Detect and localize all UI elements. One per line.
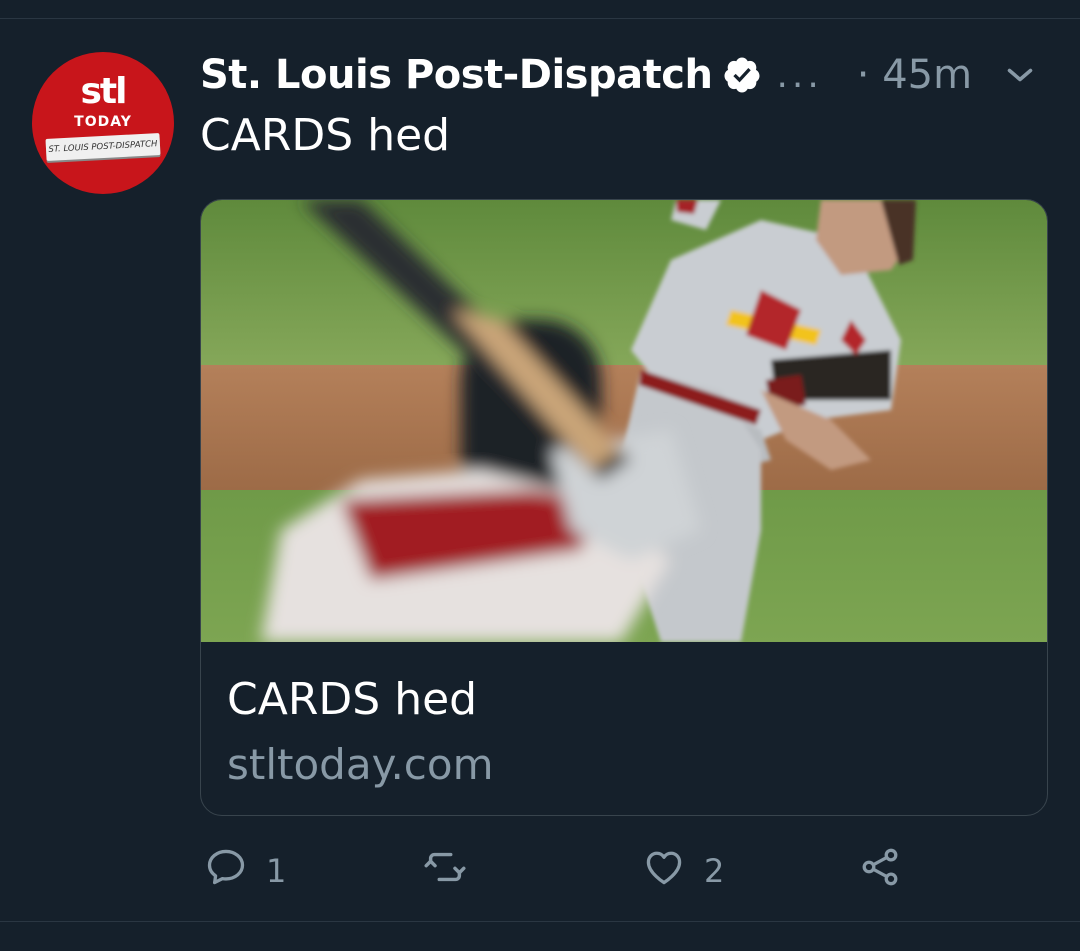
retweet-button[interactable] — [422, 846, 486, 896]
reply-button[interactable]: 1 — [204, 846, 286, 896]
author-display-name[interactable]: St. Louis Post-Dispatch — [200, 52, 713, 98]
chevron-down-icon[interactable] — [1002, 57, 1038, 93]
share-button[interactable] — [858, 846, 902, 896]
heart-icon — [642, 845, 686, 897]
tweet-action-bar: 1 2 — [200, 846, 920, 896]
retweet-icon — [422, 844, 468, 898]
verified-badge-icon — [722, 55, 762, 95]
link-preview-card[interactable]: CARDS hed stltoday.com — [200, 199, 1048, 816]
card-domain: stltoday.com — [227, 740, 494, 789]
like-button[interactable]: 2 — [642, 846, 724, 896]
card-title: CARDS hed — [227, 674, 478, 725]
like-count: 2 — [704, 852, 725, 890]
tweet-view: stl TODAY ST. LOUIS POST-DISPATCH St. Lo… — [0, 0, 1080, 951]
reply-count: 1 — [266, 852, 287, 890]
avatar[interactable]: stl TODAY ST. LOUIS POST-DISPATCH — [32, 52, 174, 194]
card-image[interactable] — [201, 200, 1047, 642]
share-icon — [858, 845, 902, 897]
tweet-timestamp[interactable]: · 45m — [857, 52, 972, 98]
avatar-brand-subtext: TODAY — [74, 114, 132, 130]
top-divider — [0, 18, 1080, 19]
truncation-ellipsis: ... — [776, 54, 823, 96]
tweet-text: CARDS hed — [200, 110, 451, 161]
avatar-brand-text: stl — [80, 71, 128, 112]
avatar-paper-text: ST. LOUIS POST-DISPATCH — [48, 139, 158, 155]
bottom-divider — [0, 921, 1080, 922]
tweet-header: St. Louis Post-Dispatch ... · 45m — [200, 50, 1050, 100]
avatar-paper-logo: ST. LOUIS POST-DISPATCH — [45, 133, 161, 161]
reply-icon — [204, 845, 248, 897]
